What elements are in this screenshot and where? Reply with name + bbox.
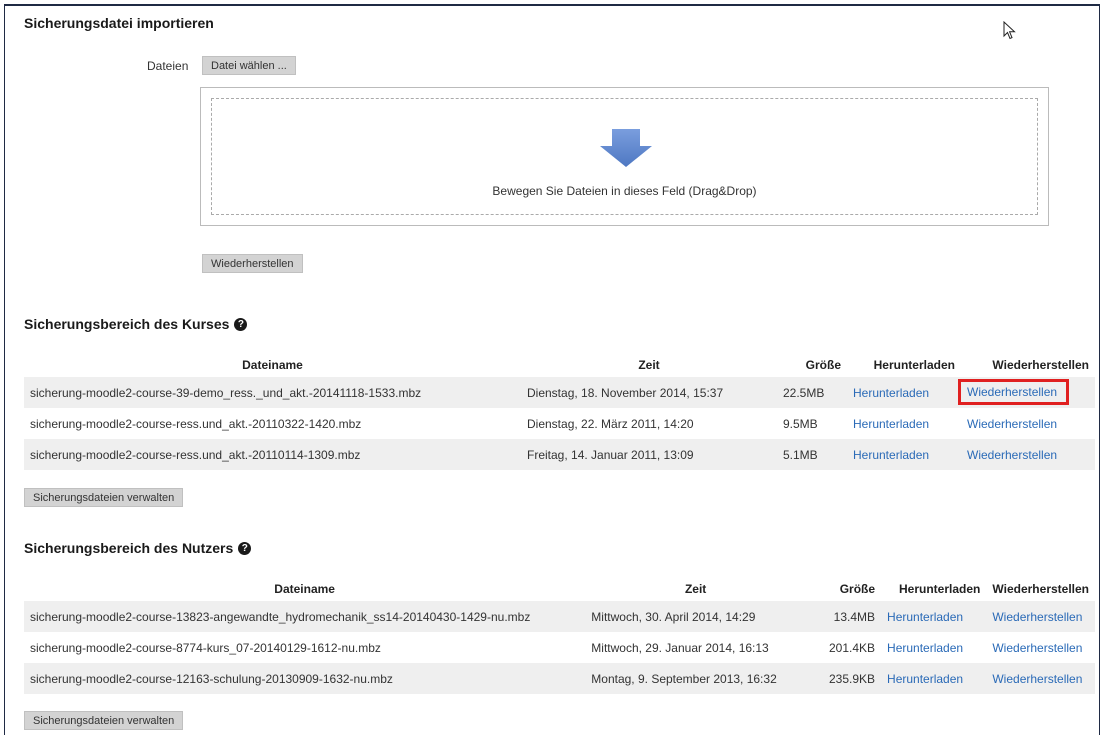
file-name: sicherung-moodle2-course-39-demo_ress._u…: [24, 377, 521, 408]
file-time: Montag, 9. September 2013, 16:32: [585, 663, 806, 694]
import-section-title: Sicherungsdatei importieren: [24, 15, 214, 31]
manage-user-backups-button[interactable]: Sicherungsdateien verwalten: [24, 711, 184, 730]
table-row: sicherung-moodle2-course-12163-schulung-…: [24, 663, 1095, 694]
course-backup-table: Dateiname Zeit Größe Herunterladen Wiede…: [24, 352, 1095, 470]
user-area-title-text: Sicherungsbereich des Nutzers: [24, 540, 234, 556]
column-header: Herunterladen: [873, 357, 955, 372]
column-header: Dateiname: [242, 357, 303, 372]
file-time: Freitag, 14. Januar 2011, 13:09: [521, 439, 777, 470]
download-link[interactable]: Herunterladen: [847, 439, 961, 470]
download-link[interactable]: Herunterladen: [881, 601, 987, 632]
manage-course-backups-button[interactable]: Sicherungsdateien verwalten: [24, 488, 184, 507]
file-size: 22.5MB: [777, 377, 847, 408]
table-row: sicherung-moodle2-course-ress.und_akt.-2…: [24, 439, 1095, 470]
choose-file-button[interactable]: Datei wählen ...: [202, 56, 296, 75]
restore-import-button[interactable]: Wiederherstellen: [202, 254, 303, 273]
table-header-row: Dateiname Zeit Größe Herunterladen Wiede…: [24, 352, 1095, 377]
help-icon[interactable]: ?: [238, 541, 252, 555]
file-name: sicherung-moodle2-course-ress.und_akt.-2…: [30, 416, 362, 431]
column-header: Herunterladen: [899, 581, 981, 596]
column-header: Zeit: [684, 581, 707, 596]
file-name: sicherung-moodle2-course-13823-angewandt…: [24, 601, 586, 632]
file-size: 201.4KB: [828, 640, 876, 655]
column-header: Größe: [805, 357, 841, 372]
column-header: Zeit: [638, 357, 660, 372]
table-row: sicherung-moodle2-course-ress.und_akt.-2…: [24, 408, 1095, 439]
column-header: Größe: [839, 581, 876, 596]
user-area-title: Sicherungsbereich des Nutzers?: [24, 540, 252, 556]
help-icon[interactable]: ?: [234, 317, 248, 331]
column-header: Wiederherstellen: [992, 581, 1089, 596]
download-link[interactable]: Herunterladen: [847, 408, 961, 439]
table-row: sicherung-moodle2-course-8774-kurs_07-20…: [24, 632, 1095, 663]
down-arrow-icon: [600, 129, 652, 167]
column-header: Dateiname: [274, 581, 335, 596]
table-header-row: Dateiname Zeit Größe Herunterladen Wiede…: [24, 576, 1095, 601]
file-size: 235.9KB: [805, 663, 882, 694]
file-size: 9.5MB: [783, 416, 818, 431]
download-link[interactable]: Herunterladen: [847, 377, 961, 408]
file-time: Dienstag, 18. November 2014, 15:37: [521, 377, 777, 408]
restore-link[interactable]: Wiederherstellen: [961, 408, 1095, 439]
dropzone-text: Bewegen Sie Dateien in dieses Feld (Drag…: [492, 184, 757, 198]
restore-link-highlighted[interactable]: Wiederherstellen: [958, 378, 1070, 405]
file-time: Mittwoch, 30. April 2014, 14:29: [585, 601, 806, 632]
download-link[interactable]: Herunterladen: [881, 663, 987, 694]
restore-link[interactable]: Wiederherstellen: [986, 663, 1095, 694]
files-label: Dateien: [147, 59, 189, 73]
table-row: sicherung-moodle2-course-39-demo_ress._u…: [24, 377, 1095, 408]
file-time: Dienstag, 22. März 2011, 14:20: [527, 416, 694, 431]
file-dropzone[interactable]: Bewegen Sie Dateien in dieses Feld (Drag…: [200, 87, 1049, 226]
download-link[interactable]: Herunterladen: [881, 632, 986, 663]
file-name: sicherung-moodle2-course-12163-schulung-…: [24, 663, 586, 694]
file-time: Mittwoch, 29. Januar 2014, 16:13: [591, 640, 769, 655]
restore-link[interactable]: Wiederherstellen: [986, 632, 1095, 663]
file-size: 13.4MB: [805, 601, 882, 632]
file-name: sicherung-moodle2-course-8774-kurs_07-20…: [30, 640, 381, 655]
user-backup-table: Dateiname Zeit Größe Herunterladen Wiede…: [24, 576, 1095, 694]
file-name: sicherung-moodle2-course-ress.und_akt.-2…: [24, 439, 521, 470]
restore-link[interactable]: Wiederherstellen: [986, 601, 1095, 632]
restore-link-cell: Wiederherstellen: [958, 377, 1095, 408]
file-size: 5.1MB: [777, 439, 847, 470]
column-header: Wiederherstellen: [992, 357, 1089, 372]
course-area-title: Sicherungsbereich des Kurses?: [24, 316, 248, 332]
course-area-title-text: Sicherungsbereich des Kurses: [24, 316, 230, 332]
mouse-pointer-icon: [1003, 21, 1016, 40]
table-row: sicherung-moodle2-course-13823-angewandt…: [24, 601, 1095, 632]
restore-link[interactable]: Wiederherstellen: [961, 439, 1095, 470]
